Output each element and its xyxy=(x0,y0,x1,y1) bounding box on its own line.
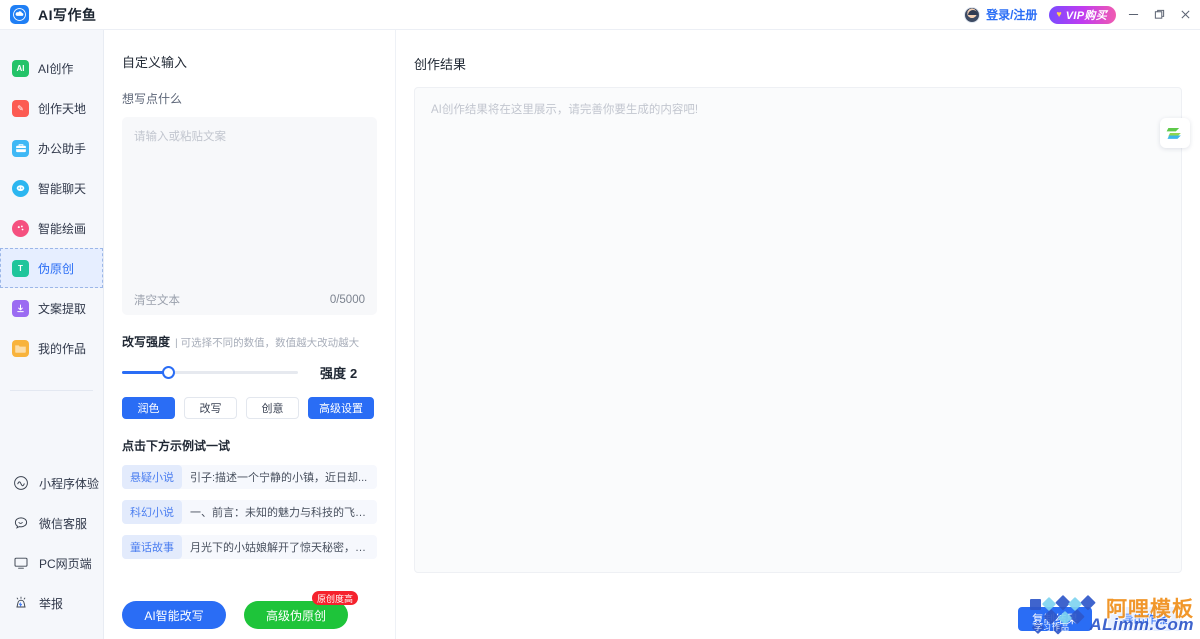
sidebar-item-label: 小程序体验 xyxy=(39,476,100,491)
mode-button-rewrite[interactable]: 改写 xyxy=(184,397,237,419)
sidebar-item-label: 微信客服 xyxy=(39,516,88,531)
sidebar-item-office-assistant[interactable]: 办公助手 xyxy=(0,128,103,168)
example-tag: 童话故事 xyxy=(122,535,182,559)
advanced-pseudo-original-label: 高级伪原创 xyxy=(265,608,326,623)
sidebar-item-label: 伪原创 xyxy=(38,261,75,276)
clear-text-button[interactable]: 清空文本 xyxy=(134,292,180,308)
example-tag: 悬疑小说 xyxy=(122,465,182,489)
examples-title: 点击下方示例试一试 xyxy=(122,439,231,453)
example-text: 引子:描述一个宁静的小镇，近日却... xyxy=(190,472,368,484)
strength-value: 2 xyxy=(350,366,358,381)
titlebar-right-group: 登录/注册 ♥ VIP购买 xyxy=(964,5,1200,24)
alarm-report-icon xyxy=(12,594,30,612)
custom-input-panel: 自定义输入 想写点什么 请输入或粘贴文案 清空文本 0/5000 改写强度 | … xyxy=(104,30,396,639)
sidebar-divider xyxy=(10,390,93,391)
rewrite-strength-title: 改写强度 xyxy=(122,335,171,349)
login-register-link[interactable]: 登录/注册 xyxy=(986,6,1037,23)
user-avatar[interactable] xyxy=(964,6,981,23)
sidebar-item-label: 举报 xyxy=(39,596,64,611)
source-text-placeholder: 请输入或粘贴文案 xyxy=(134,131,226,143)
chat-bubble-icon xyxy=(12,179,29,197)
slider-thumb[interactable] xyxy=(162,366,175,379)
sidebar-item-label: 我的作品 xyxy=(38,341,87,356)
ai-create-icon: AI xyxy=(12,59,29,77)
heart-icon: ♥ xyxy=(1056,9,1062,19)
sidebar-item-smart-chat[interactable]: 智能聊天 xyxy=(0,168,103,208)
primary-actions: AI智能改写 高级伪原创 原创度高 xyxy=(122,591,378,629)
sidebar-primary-nav: AI AI创作 ✎ 创作天地 办公助手 智能聊天 智能绘画 T 伪原创 文案提取… xyxy=(0,30,103,368)
source-text-input[interactable]: 请输入或粘贴文案 清空文本 0/5000 xyxy=(122,117,377,315)
close-icon[interactable] xyxy=(1178,8,1192,22)
miniprogram-icon xyxy=(12,474,30,492)
pencil-icon: ✎ xyxy=(12,99,29,117)
panel-subtitle: 想写点什么 xyxy=(122,92,183,106)
app-window: AI写作鱼 登录/注册 ♥ VIP购买 AI AI创作 ✎ 创作天地 办公助手 … xyxy=(0,0,1200,639)
cloud-logo-icon xyxy=(10,5,29,24)
folder-icon xyxy=(12,339,29,357)
advanced-settings-button[interactable]: 高级设置 xyxy=(308,397,374,419)
sidebar-item-label: PC网页端 xyxy=(39,556,92,571)
example-item-mystery[interactable]: 悬疑小说 引子:描述一个宁静的小镇，近日却... xyxy=(122,465,377,489)
rewrite-mode-group: 润色 改写 创意 高级设置 xyxy=(122,397,377,419)
extract-icon xyxy=(12,299,29,317)
example-item-fairytale[interactable]: 童话故事 月光下的小姑娘解开了惊天秘密，竟... xyxy=(122,535,377,559)
rewrite-strength-hint: | 可选择不同的数值，数值越大改动越大 xyxy=(175,337,360,349)
example-item-scifi[interactable]: 科幻小说 一、前言：未知的魅力与科技的飞跃... xyxy=(122,500,377,524)
export-work-button[interactable]: 导出作品 xyxy=(1108,607,1182,631)
sidebar-item-smart-drawing[interactable]: 智能绘画 xyxy=(0,208,103,248)
strength-label-text: 强度 xyxy=(320,366,347,381)
sidebar-item-pc-web[interactable]: PC网页端 xyxy=(0,543,104,583)
copy-result-button[interactable]: 复制结果 xyxy=(1018,607,1092,631)
window-controls xyxy=(1126,8,1192,22)
sidebar-item-creation-world[interactable]: ✎ 创作天地 xyxy=(0,88,103,128)
sidebar-item-label: 智能聊天 xyxy=(38,181,87,196)
strength-value-label: 强度 2 xyxy=(320,363,357,382)
palette-icon xyxy=(12,219,29,237)
rewrite-icon: T xyxy=(12,259,29,277)
sidebar-item-copy-extract[interactable]: 文案提取 xyxy=(0,288,103,328)
result-actions: 复制结果 导出作品 xyxy=(1018,607,1182,631)
vip-purchase-button[interactable]: ♥ VIP购买 xyxy=(1049,5,1116,24)
monitor-icon xyxy=(12,554,30,572)
sidebar-item-wechat-service[interactable]: 微信客服 xyxy=(0,503,104,543)
title-bar: AI写作鱼 登录/注册 ♥ VIP购买 xyxy=(0,0,1200,30)
app-title: AI写作鱼 xyxy=(38,6,97,23)
rewrite-strength-slider-row: 强度 2 xyxy=(122,363,377,382)
ai-smart-rewrite-button[interactable]: AI智能改写 xyxy=(122,601,226,629)
wechat-service-icon xyxy=(12,514,30,532)
sidebar-item-label: 创作天地 xyxy=(38,101,87,116)
sidebar-item-my-works[interactable]: 我的作品 xyxy=(0,328,103,368)
example-tag: 科幻小说 xyxy=(122,500,182,524)
result-output-area[interactable]: AI创作结果将在这里展示，请完善你要生成的内容吧! xyxy=(414,87,1182,573)
mode-button-creative[interactable]: 创意 xyxy=(246,397,299,419)
sidebar-item-ai-create[interactable]: AI AI创作 xyxy=(0,48,103,88)
sidebar-secondary-nav: 小程序体验 微信客服 PC网页端 举报 xyxy=(0,463,104,623)
originality-badge: 原创度高 xyxy=(311,591,358,605)
sidebar-item-label: AI创作 xyxy=(38,61,74,76)
sidebar-item-label: 办公助手 xyxy=(38,141,87,156)
sidebar: AI AI创作 ✎ 创作天地 办公助手 智能聊天 智能绘画 T 伪原创 文案提取… xyxy=(0,30,104,639)
example-text: 一、前言：未知的魅力与科技的飞跃... xyxy=(190,507,369,519)
sidebar-item-pseudo-original[interactable]: T 伪原创 xyxy=(0,248,103,288)
advanced-pseudo-original-button[interactable]: 高级伪原创 原创度高 xyxy=(244,591,358,629)
sidebar-item-miniprogram[interactable]: 小程序体验 xyxy=(0,463,104,503)
share-flow-icon[interactable] xyxy=(1160,118,1190,148)
minimize-icon[interactable] xyxy=(1126,8,1140,22)
briefcase-icon xyxy=(12,139,29,157)
maximize-icon[interactable] xyxy=(1152,8,1166,22)
result-placeholder: AI创作结果将在这里展示，请完善你要生成的内容吧! xyxy=(431,104,699,116)
sidebar-item-label: 文案提取 xyxy=(38,301,87,316)
result-title: 创作结果 xyxy=(414,57,467,72)
vip-purchase-label: VIP购买 xyxy=(1065,9,1107,22)
char-counter: 0/5000 xyxy=(329,294,365,306)
source-text-footer: 清空文本 0/5000 xyxy=(122,285,377,315)
mode-button-polish[interactable]: 润色 xyxy=(122,397,175,419)
result-panel: 创作结果 AI创作结果将在这里展示，请完善你要生成的内容吧! 复制结果 导出作品 xyxy=(396,30,1200,639)
rewrite-strength-slider[interactable] xyxy=(122,366,298,379)
example-text: 月光下的小姑娘解开了惊天秘密，竟... xyxy=(190,542,369,554)
panel-title: 自定义输入 xyxy=(122,55,188,70)
rewrite-strength-header: 改写强度 | 可选择不同的数值，数值越大改动越大 xyxy=(122,333,377,350)
sidebar-item-report[interactable]: 举报 xyxy=(0,583,104,623)
sidebar-item-label: 智能绘画 xyxy=(38,221,87,236)
